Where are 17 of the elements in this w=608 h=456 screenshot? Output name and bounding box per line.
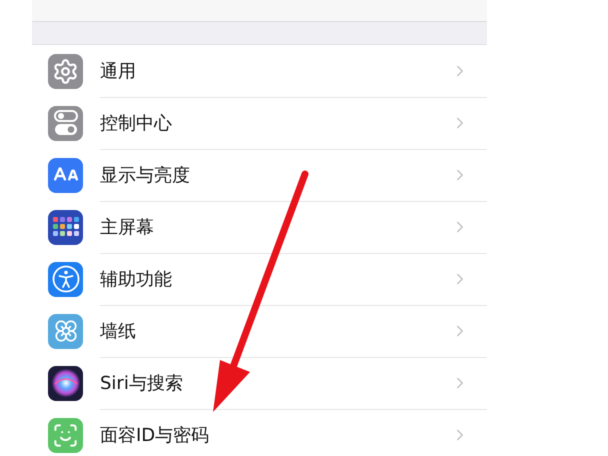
settings-row[interactable]: 显示与亮度 (32, 149, 487, 201)
settings-label: 通用 (100, 60, 137, 82)
settings-row[interactable]: 辅助功能 (32, 253, 487, 305)
settings-row[interactable]: 墙纸 (32, 305, 487, 357)
settings-label: 墙纸 (100, 320, 137, 342)
settings-label: 控制中心 (100, 112, 173, 134)
toggles-icon (54, 110, 78, 136)
settings-label: 面容ID与密码 (100, 424, 210, 447)
settings-label: Siri与搜索 (100, 372, 184, 394)
settings-row[interactable]: 控制中心 (32, 97, 487, 149)
settings-row[interactable]: 通用 (32, 45, 487, 97)
settings-row[interactable]: 主屏幕 (32, 201, 487, 253)
settings-label: 显示与亮度 (100, 164, 191, 186)
app-grid-icon (52, 217, 78, 237)
settings-row[interactable]: 面容ID与密码 (32, 409, 487, 456)
settings-label: 辅助功能 (100, 268, 173, 290)
settings-label: 主屏幕 (100, 216, 155, 238)
